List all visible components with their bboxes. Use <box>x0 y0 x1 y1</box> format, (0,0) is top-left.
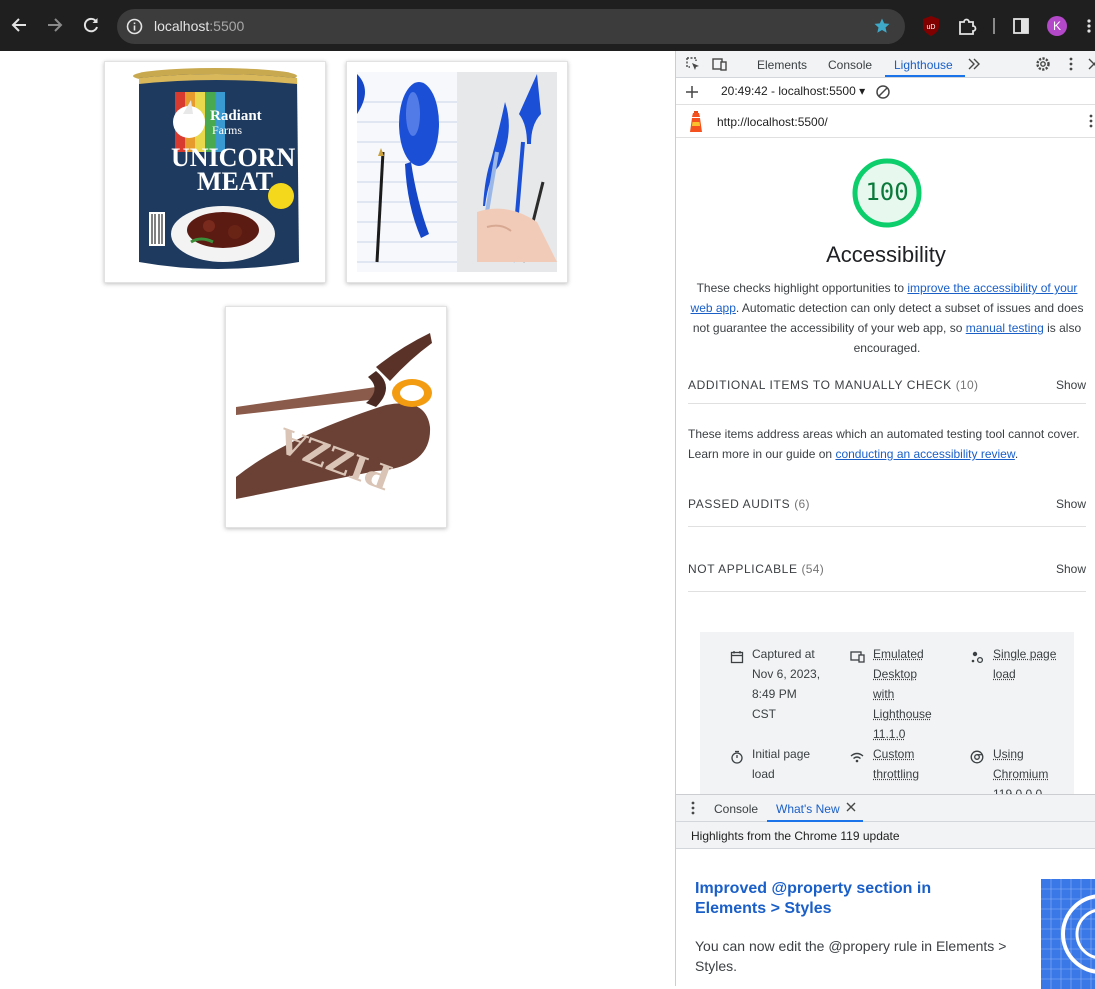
new-report-plus-icon[interactable] <box>684 84 700 100</box>
using-chromium-item: Using Chromium 119.0.0.0 <box>993 744 1073 794</box>
report-menu-icon[interactable] <box>1083 113 1095 129</box>
reload-icon[interactable] <box>80 14 102 36</box>
url-text: localhost:5500 <box>154 17 244 36</box>
pizza-scissors-image: PIZZA <box>225 306 447 528</box>
devtools-panel: Elements Console Lighthouse 20:49:42 - l… <box>675 51 1095 986</box>
forward-icon[interactable] <box>44 14 66 36</box>
stopwatch-icon <box>730 750 744 764</box>
devtools-tabbar: Elements Console Lighthouse <box>676 51 1095 78</box>
side-panel-icon[interactable] <box>1010 14 1032 38</box>
can-brand-text: Radiant <box>210 108 262 124</box>
whats-new-subtitle-bar: Highlights from the Chrome 119 update <box>676 822 1095 849</box>
category-description: These checks highlight opportunities to … <box>688 278 1086 358</box>
browser-menu-icon[interactable] <box>1083 14 1095 38</box>
custom-throttling-item: Custom throttling <box>873 744 953 784</box>
whats-new-article-title[interactable]: Improved @property section in Elements >… <box>695 879 995 919</box>
group-manual-check-anchor <box>688 419 1086 420</box>
whats-new-body: Improved @property section in Elements >… <box>676 849 1095 986</box>
lighthouse-logo-icon <box>688 111 704 133</box>
toolbar-separator <box>993 18 995 34</box>
address-bar[interactable]: localhost:5500 <box>117 9 905 44</box>
manual-check-note: These items address areas which an autom… <box>688 424 1088 464</box>
group-passed-audits[interactable]: PASSED AUDITS (6) Show <box>688 485 1086 527</box>
tab-lighthouse[interactable]: Lighthouse <box>894 58 953 72</box>
profile-avatar[interactable]: K <box>1047 16 1067 36</box>
clear-reports-icon[interactable] <box>875 84 891 100</box>
spoon-pen-image <box>346 61 568 283</box>
drawer-menu-icon[interactable] <box>685 800 701 816</box>
tab-console[interactable]: Console <box>828 58 872 72</box>
browser-toolbar: localhost:5500 uD K <box>0 0 1095 51</box>
svg-text:uD: uD <box>927 24 936 31</box>
lighthouse-report: 100 Accessibility These checks highlight… <box>676 138 1095 794</box>
device-toolbar-icon[interactable] <box>712 56 728 72</box>
can-brand-sub-text: Farms <box>212 123 242 137</box>
drawer-tab-whats-new[interactable]: What's New <box>776 802 840 816</box>
settings-gear-icon[interactable] <box>1035 56 1051 72</box>
calendar-icon <box>730 650 744 664</box>
drawer-tab-console[interactable]: Console <box>714 802 758 816</box>
initial-page-load-item: Initial page load <box>752 744 832 784</box>
emulated-desktop-item: Emulated Desktop with Lighthouse 11.1.0 <box>873 644 953 744</box>
show-not-applicable-button[interactable]: Show <box>1056 562 1086 576</box>
chromium-icon <box>970 750 984 764</box>
active-tab-indicator <box>885 75 965 77</box>
ublock-extension-icon[interactable]: uD <box>920 14 942 38</box>
group-not-applicable[interactable]: NOT APPLICABLE (54) Show <box>688 550 1086 592</box>
single-page-load-item: Single page load <box>993 644 1073 684</box>
lighthouse-url-bar: http://localhost:5500/ <box>676 105 1095 138</box>
back-icon[interactable] <box>8 14 30 36</box>
devtools-menu-icon[interactable] <box>1063 56 1079 72</box>
accessibility-review-link[interactable]: conducting an accessibility review <box>835 447 1014 461</box>
whats-new-article-text: You can now edit the @propery rule in El… <box>695 936 1015 976</box>
manual-testing-link[interactable]: manual testing <box>966 321 1044 335</box>
inspect-element-icon[interactable] <box>685 56 701 72</box>
show-manual-check-button[interactable]: Show <box>1056 378 1086 392</box>
report-selector[interactable]: 20:49:42 - localhost:5500 ▾ <box>721 84 865 98</box>
unicorn-meat-image: Radiant Farms UNICORN MEAT <box>104 61 326 283</box>
can-title-text-2: MEAT <box>197 167 273 196</box>
show-passed-audits-button[interactable]: Show <box>1056 497 1086 511</box>
report-url[interactable]: http://localhost:5500/ <box>717 115 828 129</box>
throttling-wifi-icon <box>850 750 864 764</box>
site-info-icon[interactable] <box>126 18 143 35</box>
close-devtools-icon[interactable] <box>1086 56 1095 72</box>
lighthouse-toolbar: 20:49:42 - localhost:5500 ▾ <box>676 78 1095 105</box>
whats-new-article-image <box>1041 879 1095 989</box>
extensions-puzzle-icon[interactable] <box>956 14 978 38</box>
captured-at-item: Captured at Nov 6, 2023, 8:49 PM CST <box>752 644 832 724</box>
score-value: 100 <box>851 178 923 206</box>
whats-new-subtitle: Highlights from the Chrome 119 update <box>691 829 900 843</box>
close-whats-new-icon[interactable] <box>845 801 857 813</box>
web-page-content: Radiant Farms UNICORN MEAT PIZZA <box>0 51 675 986</box>
drawer-tabbar: Console What's New <box>676 794 1095 822</box>
bookmark-star-icon[interactable] <box>873 17 891 35</box>
laptop-icon <box>849 650 865 664</box>
more-tabs-chevron-icon[interactable] <box>966 56 982 72</box>
group-manual-check[interactable]: ADDITIONAL ITEMS TO MANUALLY CHECK (10) … <box>688 368 1086 404</box>
category-title: Accessibility <box>676 242 1095 268</box>
runtime-settings: Captured at Nov 6, 2023, 8:49 PM CST Emulat… <box>700 632 1074 794</box>
tab-elements[interactable]: Elements <box>757 58 807 72</box>
single-page-icon <box>970 650 984 664</box>
